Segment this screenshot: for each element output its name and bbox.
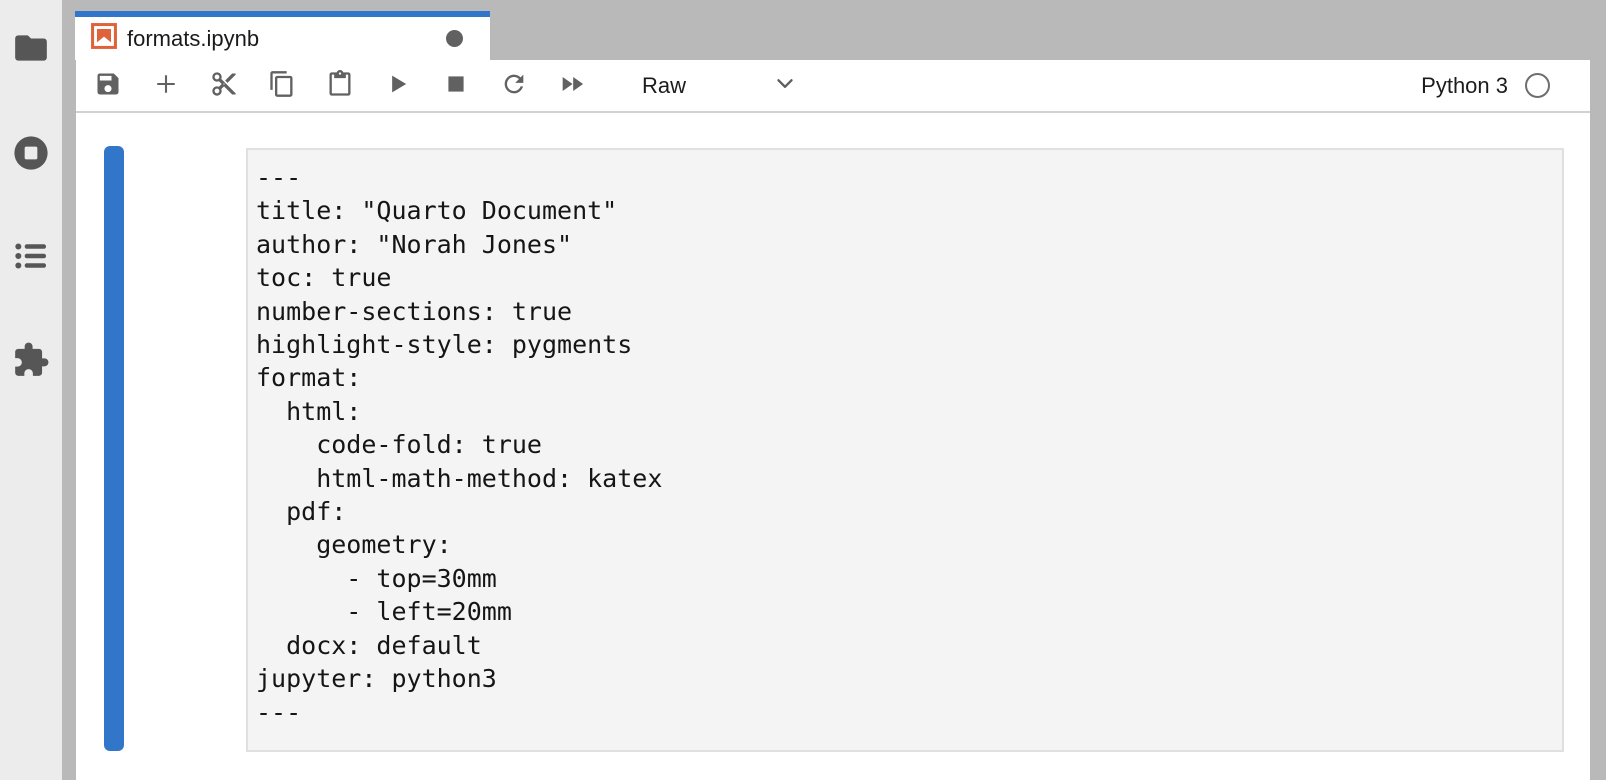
save-button[interactable] bbox=[94, 72, 122, 100]
restart-kernel-button[interactable] bbox=[500, 72, 528, 100]
insert-cell-button[interactable] bbox=[152, 72, 180, 100]
notebook-toolbar: Raw Python 3 bbox=[76, 60, 1590, 113]
file-browser-tab[interactable] bbox=[11, 30, 51, 70]
notebook-tab[interactable]: formats.ipynb bbox=[75, 11, 490, 60]
fast-forward-icon bbox=[558, 70, 586, 101]
save-icon bbox=[94, 70, 122, 101]
notebook-file-icon bbox=[90, 22, 118, 55]
table-of-contents-tab[interactable] bbox=[11, 238, 51, 278]
running-icon bbox=[12, 134, 50, 177]
notebook-panel: --- title: "Quarto Document" author: "No… bbox=[76, 113, 1590, 780]
refresh-icon bbox=[500, 70, 528, 101]
tab-title: formats.ipynb bbox=[127, 26, 446, 52]
cut-cells-button[interactable] bbox=[210, 72, 238, 100]
toc-list-icon bbox=[12, 237, 50, 280]
interrupt-kernel-button[interactable] bbox=[442, 72, 470, 100]
folder-icon bbox=[12, 29, 50, 72]
kernel-status-idle-icon[interactable] bbox=[1525, 73, 1550, 98]
kernel-name[interactable]: Python 3 bbox=[1421, 73, 1508, 99]
copy-icon bbox=[268, 70, 296, 101]
run-cell-button[interactable] bbox=[384, 72, 412, 100]
restart-run-all-button[interactable] bbox=[558, 72, 586, 100]
chevron-down-icon bbox=[772, 70, 798, 101]
kernel-area: Python 3 bbox=[1421, 73, 1550, 99]
raw-cell-editor[interactable]: --- title: "Quarto Document" author: "No… bbox=[246, 148, 1564, 752]
unsaved-changes-dot[interactable] bbox=[446, 30, 463, 47]
play-icon bbox=[384, 70, 412, 101]
running-kernels-tab[interactable] bbox=[11, 135, 51, 175]
scissors-icon bbox=[210, 70, 238, 101]
cell-type-dropdown[interactable]: Raw bbox=[642, 70, 798, 101]
cell-collapser[interactable] bbox=[104, 146, 124, 751]
plus-icon bbox=[152, 70, 180, 101]
left-sidebar bbox=[0, 0, 62, 780]
stop-icon bbox=[442, 70, 470, 101]
cell-type-value: Raw bbox=[642, 73, 686, 99]
paste-cells-button[interactable] bbox=[326, 72, 354, 100]
copy-cells-button[interactable] bbox=[268, 72, 296, 100]
puzzle-piece-icon bbox=[12, 341, 50, 384]
extension-manager-tab[interactable] bbox=[11, 342, 51, 382]
paste-icon bbox=[326, 70, 354, 101]
raw-cell-source[interactable]: --- title: "Quarto Document" author: "No… bbox=[248, 150, 1562, 740]
